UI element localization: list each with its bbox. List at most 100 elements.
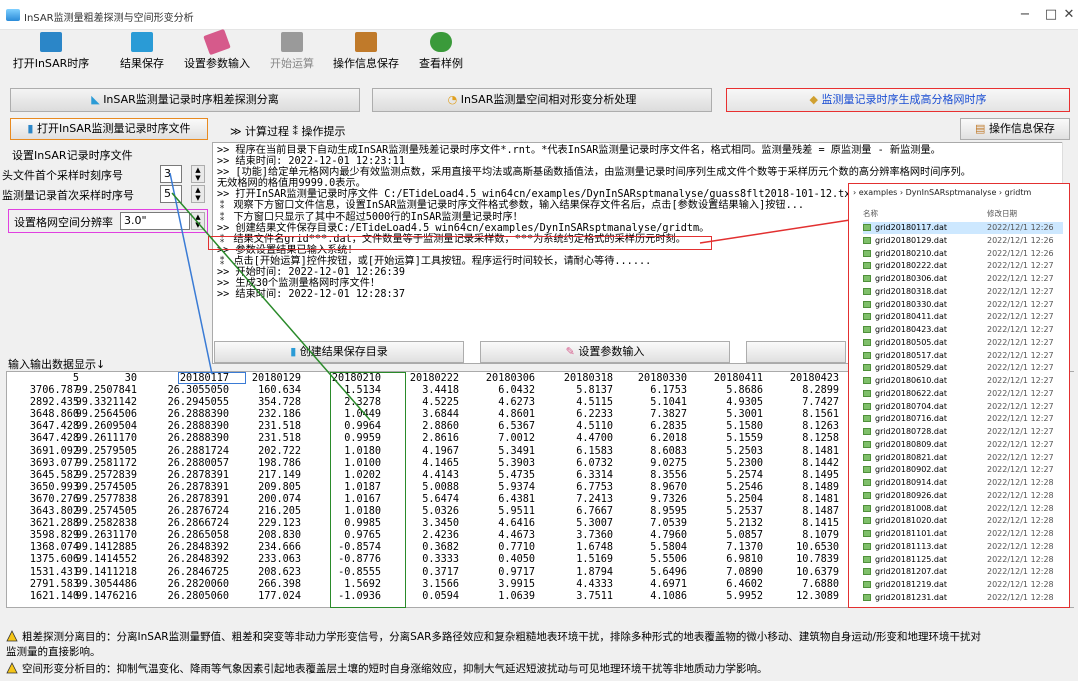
file-date: 2022/12/1 12:28 [987, 478, 1054, 487]
warning-icon [6, 630, 18, 642]
file-date: 2022/12/1 12:27 [987, 312, 1054, 322]
file-name: grid20180411.dat [875, 312, 948, 322]
dat-file-icon [863, 593, 871, 601]
file-name: grid20181113.dat [875, 541, 948, 551]
file-date: 2022/12/1 12:27 [987, 274, 1054, 283]
file-item[interactable]: grid20180809.dat 2022/12/1 12:27 [863, 439, 1063, 451]
file-name: grid20180210.dat [875, 248, 948, 258]
dat-file-icon [863, 249, 871, 257]
file-name: grid20180622.dat [875, 388, 948, 398]
file-item[interactable]: grid20180222.dat 2022/12/1 12:27 [863, 260, 1063, 272]
file-name: grid20180517.dat [875, 350, 948, 360]
dat-file-icon [863, 364, 871, 372]
file-item[interactable]: grid20180902.dat 2022/12/1 12:27 [863, 464, 1063, 476]
file-date: 2022/12/1 12:28 [987, 580, 1054, 589]
file-name: grid20180529.dat [875, 363, 948, 373]
file-date: 2022/12/1 12:28 [987, 503, 1054, 513]
file-date: 2022/12/1 12:27 [987, 325, 1054, 334]
file-item[interactable]: grid20180318.dat 2022/12/1 12:27 [863, 286, 1063, 298]
file-name: grid20180821.dat [875, 452, 948, 462]
file-item[interactable]: grid20180411.dat 2022/12/1 12:27 [863, 311, 1063, 323]
dat-file-icon [863, 326, 871, 333]
dat-file-icon [863, 389, 871, 397]
file-item[interactable]: grid20180610.dat 2022/12/1 12:27 [863, 375, 1063, 387]
file-item[interactable]: grid20180129.dat 2022/12/1 12:26 [863, 235, 1063, 247]
file-date: 2022/12/1 12:26 [987, 235, 1054, 245]
dat-file-icon [863, 517, 871, 525]
file-name: grid20181125.dat [875, 554, 948, 564]
file-item[interactable]: grid20180117.dat 2022/12/1 12:26 [863, 222, 1063, 235]
file-date: 2022/12/1 12:27 [987, 465, 1054, 475]
file-list: grid20180117.dat 2022/12/1 12:26 grid20180… [849, 222, 1069, 607]
file-item[interactable]: grid20181113.dat 2022/12/1 12:28 [863, 541, 1063, 553]
file-date: 2022/12/1 12:27 [987, 439, 1054, 449]
file-item[interactable]: grid20180622.dat 2022/12/1 12:27 [863, 388, 1063, 400]
dat-file-icon [863, 581, 871, 588]
dat-file-icon [863, 555, 871, 563]
file-name: grid20180117.dat [875, 223, 948, 232]
dat-file-icon [863, 275, 871, 282]
file-name: grid20181008.dat [875, 503, 948, 513]
file-name: grid20181207.dat [875, 567, 948, 577]
warning-icon [6, 662, 18, 674]
file-date: 2022/12/1 12:27 [987, 401, 1054, 411]
file-item[interactable]: grid20181125.dat 2022/12/1 12:28 [863, 554, 1063, 566]
file-name: grid20180505.dat [875, 337, 948, 347]
dat-file-icon [863, 491, 871, 499]
file-name: grid20180306.dat [875, 274, 948, 283]
file-item[interactable]: grid20180330.dat 2022/12/1 12:27 [863, 299, 1063, 311]
note-gross-error: 粗差探测分离目的：分离InSAR监测量野值、粗差和突变等非动力学形变信号，分离S… [22, 631, 981, 643]
file-item[interactable]: grid20180306.dat 2022/12/1 12:27 [863, 273, 1063, 285]
file-item[interactable]: grid20180210.dat 2022/12/1 12:26 [863, 248, 1063, 260]
file-date: 2022/12/1 12:27 [987, 427, 1054, 436]
file-item[interactable]: grid20180716.dat 2022/12/1 12:27 [863, 413, 1063, 425]
dat-file-icon [863, 542, 871, 550]
file-item[interactable]: grid20180914.dat 2022/12/1 12:28 [863, 477, 1063, 489]
file-name: grid20181101.dat [875, 529, 948, 538]
file-item[interactable]: grid20181101.dat 2022/12/1 12:28 [863, 528, 1063, 540]
file-explorer-panel: › examples › DynInSARsptmanalyse › gridt… [848, 183, 1070, 608]
dat-file-icon [863, 428, 871, 435]
dat-file-icon [863, 236, 871, 244]
file-item[interactable]: grid20180926.dat 2022/12/1 12:28 [863, 490, 1063, 502]
file-name: grid20180129.dat [875, 235, 948, 245]
file-date: 2022/12/1 12:27 [987, 299, 1054, 309]
file-date: 2022/12/1 12:28 [987, 541, 1054, 551]
file-item[interactable]: grid20180728.dat 2022/12/1 12:27 [863, 426, 1063, 438]
file-date: 2022/12/1 12:27 [987, 350, 1054, 360]
red-connector [699, 219, 851, 244]
file-date: 2022/12/1 12:28 [987, 490, 1054, 500]
file-name: grid20180704.dat [875, 401, 948, 411]
note-spatial: 空间形变分析目的：抑制气温变化、降雨等气象因素引起地表覆盖层土壤的短时自身涨缩效… [22, 663, 768, 675]
file-item[interactable]: grid20180529.dat 2022/12/1 12:27 [863, 362, 1063, 374]
file-name: grid20180716.dat [875, 414, 948, 424]
file-date: 2022/12/1 12:27 [987, 261, 1054, 271]
file-item[interactable]: grid20181231.dat 2022/12/1 12:28 [863, 592, 1063, 604]
file-name: grid20180809.dat [875, 439, 948, 449]
file-item[interactable]: grid20180423.dat 2022/12/1 12:27 [863, 324, 1063, 336]
file-item[interactable]: grid20181008.dat 2022/12/1 12:28 [863, 503, 1063, 515]
file-date: 2022/12/1 12:28 [987, 529, 1054, 538]
green-connector [171, 192, 371, 421]
file-date: 2022/12/1 12:28 [987, 592, 1054, 602]
file-name: grid20180728.dat [875, 427, 948, 436]
file-date: 2022/12/1 12:27 [987, 452, 1054, 462]
file-date: 2022/12/1 12:27 [987, 337, 1054, 347]
file-item[interactable]: grid20181020.dat 2022/12/1 12:28 [863, 515, 1063, 527]
blue-connector [169, 172, 213, 375]
dat-file-icon [863, 415, 871, 423]
file-item[interactable]: grid20180505.dat 2022/12/1 12:27 [863, 337, 1063, 349]
file-name: grid20180610.dat [875, 376, 948, 385]
dat-file-icon [863, 262, 871, 270]
file-item[interactable]: grid20181219.dat 2022/12/1 12:28 [863, 579, 1063, 591]
file-item[interactable]: grid20181207.dat 2022/12/1 12:28 [863, 566, 1063, 578]
file-item[interactable]: grid20180704.dat 2022/12/1 12:27 [863, 401, 1063, 413]
file-date: 2022/12/1 12:27 [987, 376, 1054, 385]
file-item[interactable]: grid20180821.dat 2022/12/1 12:27 [863, 452, 1063, 464]
file-item[interactable]: grid20180517.dat 2022/12/1 12:27 [863, 350, 1063, 362]
explorer-breadcrumb: › examples › DynInSARsptmanalyse › gridt… [853, 188, 1032, 197]
file-name: grid20180423.dat [875, 325, 948, 334]
dat-file-icon [863, 351, 871, 359]
dat-file-icon [863, 466, 871, 474]
file-date: 2022/12/1 12:27 [987, 414, 1054, 424]
